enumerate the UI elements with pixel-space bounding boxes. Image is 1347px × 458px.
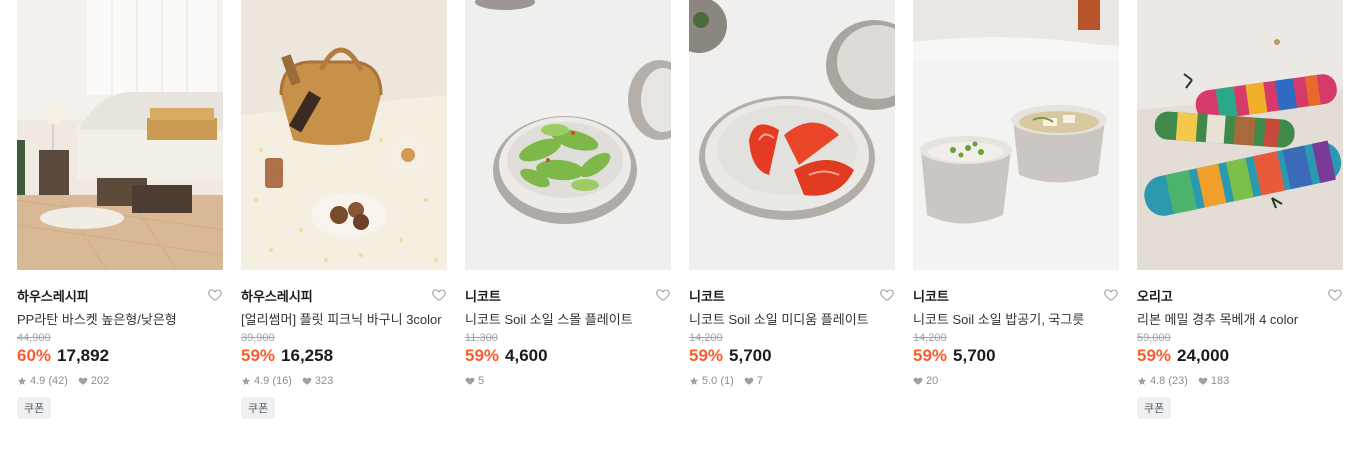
product-image[interactable]: [689, 0, 895, 270]
brand-name[interactable]: 하우스레시피: [17, 286, 89, 305]
product-card[interactable]: 니코트 니코트 Soil 소일 스몰 플레이트 11,300 59% 4,600…: [465, 0, 671, 419]
sale-price: 24,000: [1177, 346, 1230, 365]
discount-rate: 59%: [241, 346, 276, 365]
heart-icon[interactable]: [1103, 287, 1119, 303]
star-icon: [689, 376, 699, 385]
heart-icon[interactable]: [431, 287, 447, 303]
product-card[interactable]: 오리고 리본 메밀 경추 목베개 4 color 59,000 59% 24,0…: [1137, 0, 1343, 419]
brand-name[interactable]: 니코트: [913, 286, 949, 305]
product-image[interactable]: [913, 0, 1119, 270]
heart-icon[interactable]: [879, 287, 895, 303]
like-count: 183: [1210, 375, 1230, 387]
discount-rate: 59%: [689, 346, 724, 365]
heart-count-icon: [744, 377, 754, 385]
discount-rate: 59%: [465, 346, 500, 365]
sale-price: 4,600: [505, 346, 548, 365]
heart-count-icon: [465, 377, 475, 385]
like-count: 202: [90, 375, 110, 387]
product-card[interactable]: 니코트 니코트 Soil 소일 밥공기, 국그릇 14,200 59% 5,70…: [913, 0, 1119, 419]
coupon-badge: 쿠폰: [1137, 397, 1172, 419]
coupon-badge: 쿠폰: [241, 397, 276, 419]
rating: 4.9 (42): [30, 375, 68, 387]
sale-price: 5,700: [953, 346, 996, 365]
discount-rate: 60%: [17, 346, 52, 365]
product-card[interactable]: 하우스레시피 PP라탄 바스켓 높은형/낮은형 44,900 60% 17,89…: [17, 0, 223, 419]
original-price: 39,900: [241, 332, 275, 344]
heart-icon[interactable]: [655, 287, 671, 303]
product-title[interactable]: 니코트 Soil 소일 스몰 플레이트: [465, 310, 671, 329]
heart-count-icon: [302, 377, 312, 385]
original-price: 14,200: [689, 332, 723, 344]
sale-price: 16,258: [281, 346, 334, 365]
product-title[interactable]: [얼리썸머] 플릿 피크닉 바구니 3color: [241, 310, 447, 329]
product-title[interactable]: 니코트 Soil 소일 밥공기, 국그릇: [913, 310, 1119, 329]
original-price: 11,300: [465, 332, 498, 344]
star-icon: [17, 376, 27, 385]
like-count: 5: [478, 375, 485, 387]
rating: 5.0 (1): [702, 375, 734, 387]
like-count: 7: [756, 375, 763, 387]
product-title[interactable]: 니코트 Soil 소일 미디움 플레이트: [689, 310, 895, 329]
product-card[interactable]: 하우스레시피 [얼리썸머] 플릿 피크닉 바구니 3color 39,900 5…: [241, 0, 447, 419]
heart-icon[interactable]: [1327, 287, 1343, 303]
star-icon: [1137, 376, 1147, 385]
coupon-badge: 쿠폰: [17, 397, 52, 419]
product-grid: 하우스레시피 PP라탄 바스켓 높은형/낮은형 44,900 60% 17,89…: [17, 0, 1343, 419]
heart-icon[interactable]: [207, 287, 223, 303]
original-price: 59,000: [1137, 332, 1171, 344]
product-image[interactable]: [17, 0, 223, 270]
heart-count-icon: [913, 377, 923, 385]
sale-price: 17,892: [57, 346, 110, 365]
original-price: 44,900: [17, 332, 51, 344]
rating: 4.8 (23): [1150, 375, 1188, 387]
product-image[interactable]: [465, 0, 671, 270]
product-image[interactable]: [1137, 0, 1343, 270]
star-icon: [241, 376, 251, 385]
discount-rate: 59%: [913, 346, 948, 365]
brand-name[interactable]: 니코트: [465, 286, 501, 305]
product-card[interactable]: 니코트 니코트 Soil 소일 미디움 플레이트 14,200 59% 5,70…: [689, 0, 895, 419]
like-count: 20: [926, 375, 939, 387]
product-title[interactable]: PP라탄 바스켓 높은형/낮은형: [17, 310, 223, 329]
brand-name[interactable]: 하우스레시피: [241, 286, 313, 305]
original-price: 14,200: [913, 332, 947, 344]
rating: 4.9 (16): [254, 375, 292, 387]
brand-name[interactable]: 니코트: [689, 286, 725, 305]
like-count: 323: [314, 375, 334, 387]
product-title[interactable]: 리본 메밀 경추 목베개 4 color: [1137, 310, 1343, 329]
discount-rate: 59%: [1137, 346, 1172, 365]
product-image[interactable]: [241, 0, 447, 270]
heart-count-icon: [78, 377, 88, 385]
brand-name[interactable]: 오리고: [1137, 286, 1173, 305]
heart-count-icon: [1198, 377, 1208, 385]
sale-price: 5,700: [729, 346, 772, 365]
